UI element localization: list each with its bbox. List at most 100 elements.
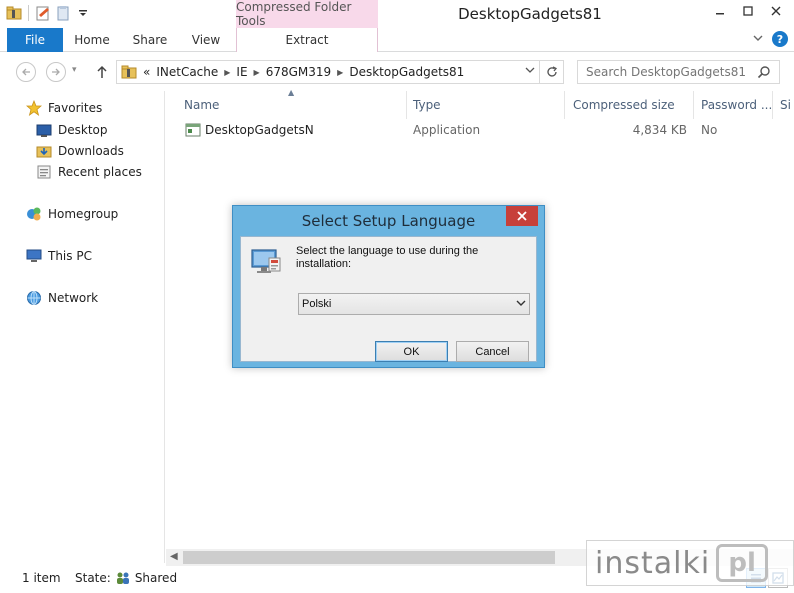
- title-bar: Compressed Folder Tools DesktopGadgets81: [0, 0, 794, 28]
- close-icon: [771, 6, 781, 16]
- dialog-title: Select Setup Language: [301, 212, 476, 230]
- watermark-text: instalki: [595, 545, 711, 581]
- navigation-bar: ▾ « INetCache ▶ IE ▶ 678GM319 ▶ DesktopG…: [0, 53, 794, 87]
- column-header-type[interactable]: Type: [413, 95, 441, 115]
- file-type: Application: [413, 123, 481, 137]
- ribbon-right-controls: ?: [752, 31, 788, 47]
- close-icon: [517, 211, 527, 221]
- search-icon[interactable]: [757, 65, 773, 81]
- folder-app-icon[interactable]: [6, 4, 22, 22]
- ok-button[interactable]: OK: [375, 341, 448, 362]
- nav-downloads-label: Downloads: [58, 144, 124, 158]
- setup-computer-icon: [250, 246, 282, 278]
- nav-favorites-label: Favorites: [48, 101, 103, 115]
- nav-downloads[interactable]: Downloads: [36, 141, 124, 161]
- nav-favorites[interactable]: Favorites: [26, 98, 103, 118]
- dialog-close-button[interactable]: [506, 206, 538, 226]
- column-divider[interactable]: [564, 91, 565, 119]
- forward-button[interactable]: [46, 62, 66, 82]
- file-name: DesktopGadgetsN: [205, 123, 314, 137]
- breadcrumb-separator-icon[interactable]: ▶: [337, 68, 343, 77]
- column-header-compressed-size[interactable]: Compressed size: [573, 95, 675, 115]
- dialog-message: Select the language to use during the in…: [296, 245, 479, 270]
- state-label: State:: [75, 571, 111, 585]
- tab-file[interactable]: File: [7, 28, 63, 52]
- column-divider[interactable]: [406, 91, 407, 119]
- address-bar[interactable]: « INetCache ▶ IE ▶ 678GM319 ▶ DesktopGad…: [116, 60, 540, 84]
- downloads-folder-icon: [36, 143, 52, 159]
- column-divider[interactable]: [772, 91, 773, 119]
- column-header-name[interactable]: Name: [184, 95, 219, 115]
- expand-ribbon-icon[interactable]: [752, 32, 764, 47]
- table-row[interactable]: DesktopGadgetsN Application 4,834 KB No: [166, 119, 794, 141]
- tab-share[interactable]: Share: [124, 28, 176, 52]
- new-folder-icon[interactable]: [55, 4, 71, 22]
- network-icon: [26, 290, 42, 306]
- ribbon-tabs: File Home Share View Extract ?: [0, 28, 794, 52]
- nav-desktop-label: Desktop: [58, 123, 108, 137]
- nav-homegroup-label: Homegroup: [48, 207, 119, 221]
- nav-this-pc-label: This PC: [48, 249, 92, 263]
- refresh-icon: [546, 66, 557, 77]
- column-header-size[interactable]: Si: [780, 95, 791, 115]
- tab-home[interactable]: Home: [66, 28, 118, 52]
- computer-icon: [26, 248, 42, 264]
- minimize-icon: [716, 13, 724, 15]
- scroll-left-icon[interactable]: ◀: [170, 551, 178, 562]
- refresh-button[interactable]: [540, 60, 564, 84]
- nav-network[interactable]: Network: [26, 288, 98, 308]
- item-count: 1 item: [22, 571, 61, 585]
- up-button[interactable]: [94, 62, 110, 82]
- shared-users-icon: [115, 571, 131, 585]
- quick-access-toolbar: [6, 4, 91, 22]
- compressed-folder-tools-label: Compressed Folder Tools: [236, 0, 378, 28]
- breadcrumb-678gm319[interactable]: 678GM319: [266, 65, 331, 79]
- homegroup-icon: [26, 206, 42, 222]
- setup-language-dialog: Select Setup Language Select the languag…: [232, 205, 545, 368]
- breadcrumb-separator-icon[interactable]: ▶: [224, 68, 230, 77]
- folder-icon: [121, 64, 137, 80]
- column-divider[interactable]: [693, 91, 694, 119]
- dialog-body: Select the language to use during the in…: [240, 236, 537, 362]
- nav-this-pc[interactable]: This PC: [26, 246, 92, 266]
- column-header-password[interactable]: Password ...: [701, 95, 772, 115]
- window-title: DesktopGadgets81: [458, 5, 602, 23]
- maximize-button[interactable]: [734, 0, 762, 22]
- state-value: Shared: [134, 571, 178, 585]
- cancel-button[interactable]: Cancel: [456, 341, 529, 362]
- watermark-suffix: pl: [716, 544, 769, 582]
- desktop-icon: [36, 122, 52, 138]
- recent-places-icon: [36, 164, 52, 180]
- tab-view[interactable]: View: [180, 28, 232, 52]
- file-password: No: [701, 123, 718, 137]
- navigation-pane: Favorites Desktop Downloads Recent place…: [0, 91, 165, 563]
- customize-toolbar-dropdown-icon[interactable]: [75, 4, 91, 22]
- search-input[interactable]: [577, 60, 780, 84]
- nav-network-label: Network: [48, 291, 99, 305]
- breadcrumb-desktopgadgets81[interactable]: DesktopGadgets81: [349, 65, 464, 79]
- breadcrumb-inetcache[interactable]: INetCache: [156, 65, 218, 79]
- language-select-wrapper: Polski: [298, 293, 530, 315]
- nav-desktop[interactable]: Desktop: [36, 120, 108, 140]
- scrollbar-thumb[interactable]: [183, 551, 555, 564]
- nav-homegroup[interactable]: Homegroup: [26, 204, 118, 224]
- application-icon: [185, 122, 201, 141]
- properties-icon[interactable]: [35, 4, 51, 22]
- address-history-chevron-icon[interactable]: [525, 65, 535, 78]
- language-select[interactable]: Polski: [298, 293, 530, 315]
- language-selected-value: Polski: [302, 298, 332, 310]
- minimize-button[interactable]: [706, 0, 734, 22]
- tab-extract[interactable]: Extract: [236, 28, 378, 52]
- nav-recent-places[interactable]: Recent places: [36, 162, 142, 182]
- nav-recent-places-label: Recent places: [58, 165, 142, 179]
- recent-locations-dropdown[interactable]: ▾: [72, 65, 77, 75]
- star-icon: [26, 100, 42, 116]
- breadcrumb-overflow[interactable]: «: [143, 65, 150, 79]
- breadcrumb-separator-icon[interactable]: ▶: [254, 68, 260, 77]
- back-button[interactable]: [16, 62, 36, 82]
- breadcrumb-ie[interactable]: IE: [236, 65, 247, 79]
- help-icon[interactable]: ?: [772, 31, 788, 47]
- arrow-right-icon: [52, 68, 60, 76]
- close-button[interactable]: [762, 0, 790, 22]
- arrow-left-icon: [22, 68, 30, 76]
